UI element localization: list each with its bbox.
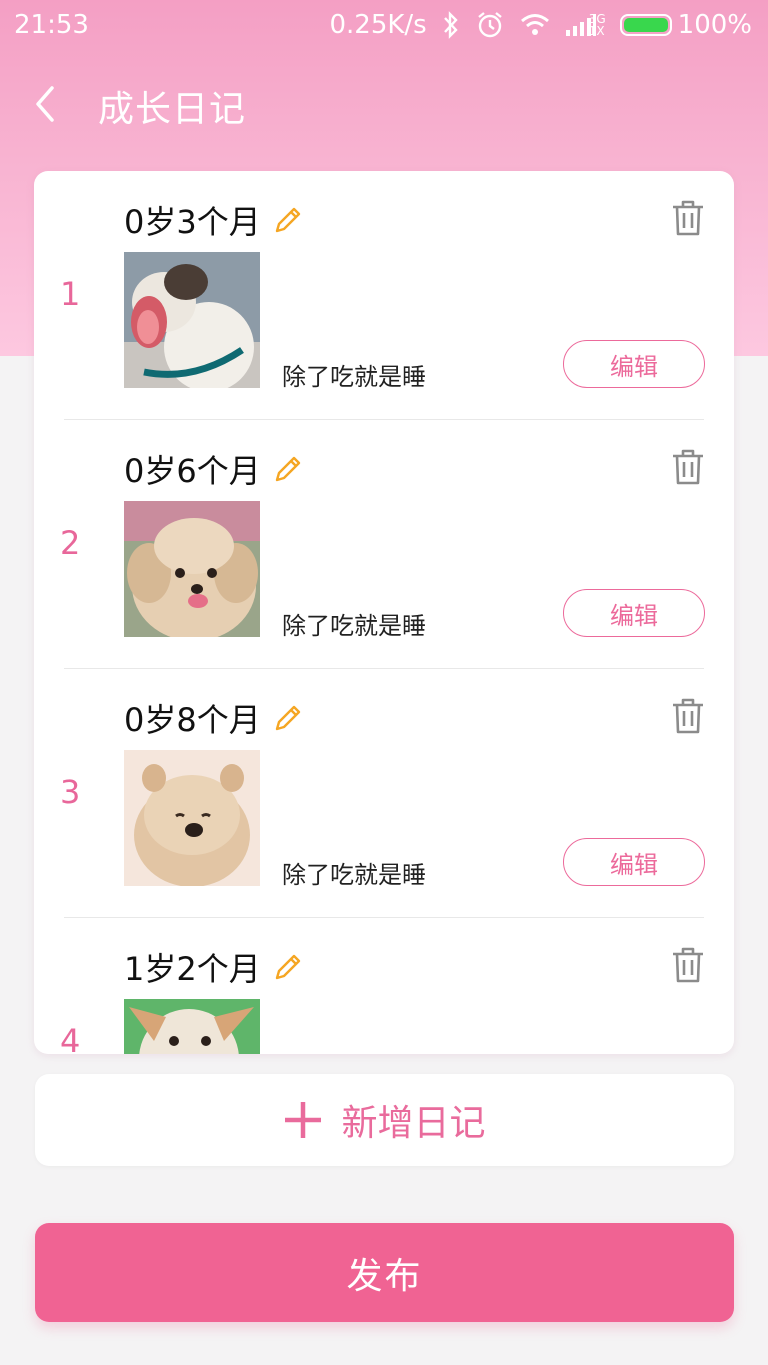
alarm-icon bbox=[475, 10, 505, 40]
network-speed: 0.25K/s bbox=[329, 10, 427, 40]
publish-button[interactable]: 发布 bbox=[35, 1223, 734, 1322]
wifi-icon bbox=[519, 12, 551, 38]
dog-photo-chow[interactable] bbox=[124, 750, 260, 886]
back-button[interactable] bbox=[28, 82, 64, 126]
edit-button[interactable]: 编辑 bbox=[563, 340, 705, 388]
diary-entry: 3 0岁8个月 除了吃就是睡 编辑 bbox=[34, 669, 734, 918]
pencil-icon[interactable] bbox=[271, 203, 305, 237]
trash-icon[interactable] bbox=[670, 199, 706, 237]
battery-icon bbox=[619, 14, 672, 36]
diary-list-card[interactable]: 1 0岁3个月 除了吃就是睡 编辑 2 0岁6个月 除了吃就是睡 编辑 3 0岁… bbox=[34, 171, 734, 1054]
trash-icon[interactable] bbox=[670, 946, 706, 984]
add-diary-button[interactable]: 新增日记 bbox=[35, 1074, 734, 1166]
entry-age: 0岁3个月 bbox=[124, 203, 261, 241]
plus-icon bbox=[285, 1102, 322, 1138]
pencil-icon[interactable] bbox=[271, 950, 305, 984]
edit-button[interactable]: 编辑 bbox=[563, 589, 705, 637]
add-diary-label: 新增日记 bbox=[341, 1103, 486, 1144]
trash-icon[interactable] bbox=[670, 448, 706, 486]
chevron-left-icon bbox=[36, 86, 54, 122]
entry-index: 1 bbox=[60, 275, 81, 313]
network-type: 3G 1X bbox=[589, 13, 606, 37]
entry-caption: 除了吃就是睡 bbox=[282, 861, 426, 889]
status-time: 21:53 bbox=[14, 10, 89, 40]
dog-photo-shiba[interactable] bbox=[124, 999, 260, 1054]
diary-entry: 4 1岁2个月 bbox=[34, 918, 734, 1054]
network-type-bottom: 1X bbox=[588, 24, 605, 38]
entry-index: 3 bbox=[60, 773, 81, 811]
dog-photo-poodle[interactable] bbox=[124, 501, 260, 637]
entry-age: 1岁2个月 bbox=[124, 950, 261, 988]
entry-age: 0岁8个月 bbox=[124, 701, 261, 739]
app-header: 成长日记 bbox=[0, 52, 768, 152]
signal-icon: 3G 1X bbox=[565, 12, 606, 38]
entry-index: 2 bbox=[60, 524, 81, 562]
dog-photo-yawning-puppy[interactable] bbox=[124, 252, 260, 388]
status-bar: 21:53 0.25K/s 3G 1X 100% bbox=[0, 0, 768, 52]
entry-index: 4 bbox=[60, 1022, 81, 1054]
bluetooth-icon bbox=[441, 11, 461, 39]
entry-age: 0岁6个月 bbox=[124, 452, 261, 490]
battery-percent: 100% bbox=[677, 10, 752, 40]
diary-entry: 2 0岁6个月 除了吃就是睡 编辑 bbox=[34, 420, 734, 669]
pencil-icon[interactable] bbox=[271, 701, 305, 735]
battery-fill bbox=[623, 18, 668, 32]
trash-icon[interactable] bbox=[670, 697, 706, 735]
diary-entry: 1 0岁3个月 除了吃就是睡 编辑 bbox=[34, 171, 734, 420]
entry-caption: 除了吃就是睡 bbox=[282, 363, 426, 391]
pencil-icon[interactable] bbox=[271, 452, 305, 486]
page-title: 成长日记 bbox=[98, 89, 247, 130]
entry-caption: 除了吃就是睡 bbox=[282, 612, 426, 640]
edit-button[interactable]: 编辑 bbox=[563, 838, 705, 886]
